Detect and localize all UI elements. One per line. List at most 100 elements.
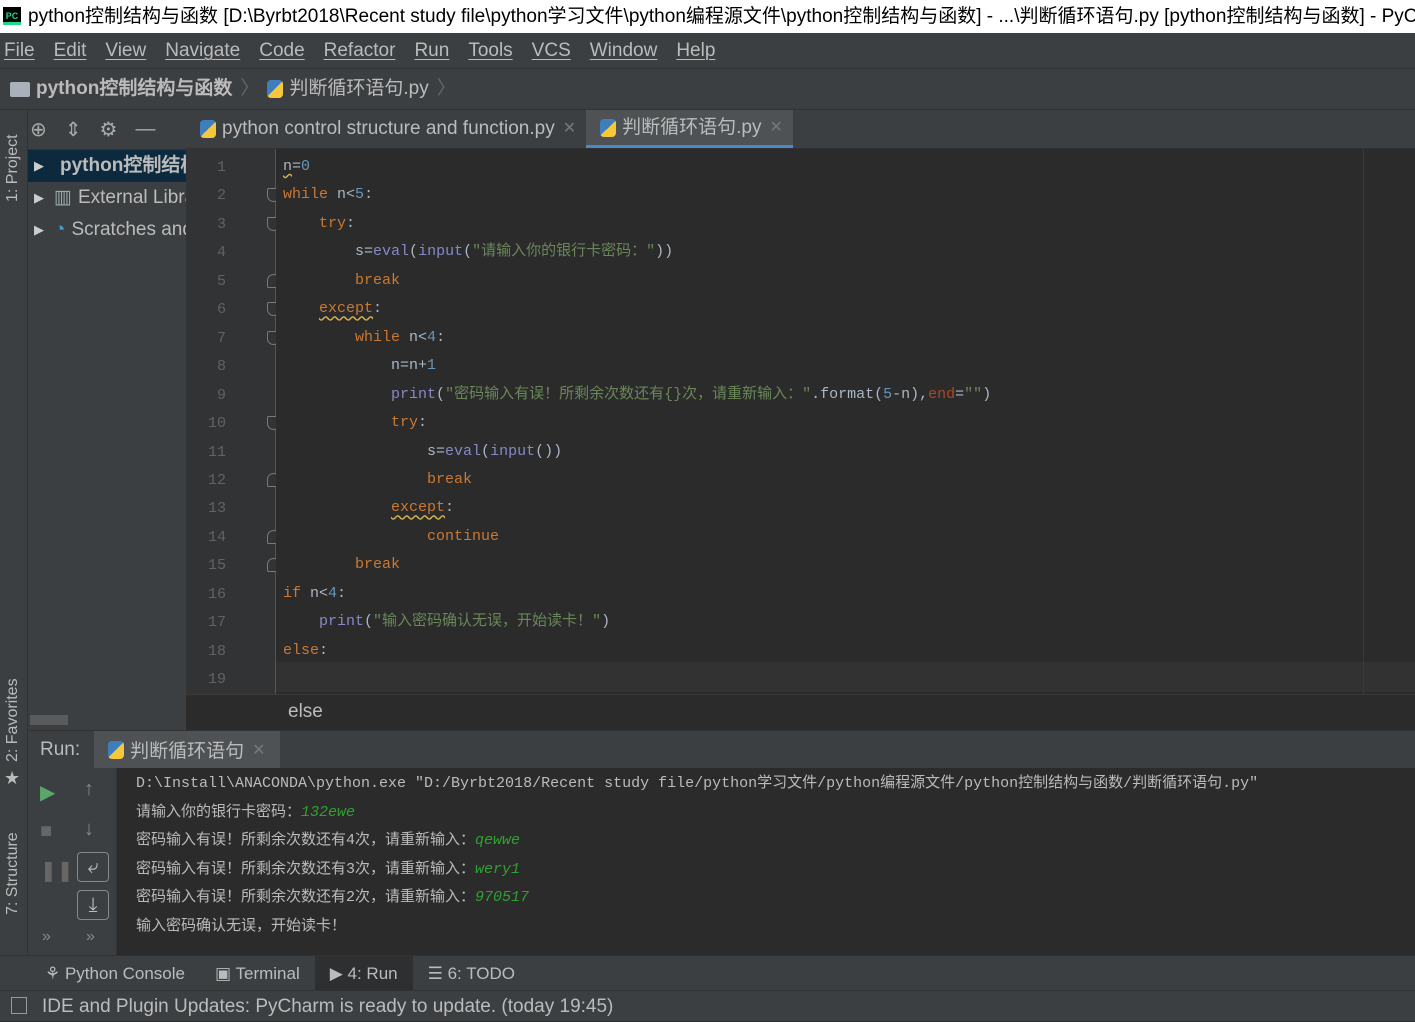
- console-line: 密码输入有误！所剩余次数还有3次，请重新输入：wery1: [136, 856, 520, 884]
- arrow-down-icon[interactable]: ↓: [84, 818, 94, 841]
- tab-judge-loop-statement[interactable]: 判断循环语句.py ✕: [586, 110, 793, 148]
- pause-icon[interactable]: ❚❚: [40, 858, 74, 883]
- more-icon[interactable]: »: [42, 928, 51, 946]
- line-number: 14: [207, 528, 226, 546]
- code-token: :: [319, 641, 329, 659]
- tab-python-control-structure[interactable]: python control structure and function.py…: [186, 110, 586, 148]
- menu-navigate[interactable]: Navigate: [165, 33, 240, 68]
- gear-icon[interactable]: ⚙: [100, 117, 118, 142]
- tab-python-console[interactable]: ⚘ Python Console: [30, 956, 200, 991]
- code-line: break: [283, 551, 400, 579]
- menu-help[interactable]: Help: [676, 33, 715, 68]
- close-icon[interactable]: ✕: [252, 740, 265, 760]
- code-token: continue: [427, 527, 500, 545]
- code-line: except:: [283, 295, 382, 323]
- code-structure-breadcrumb[interactable]: else: [186, 694, 1415, 730]
- code-token: n: [328, 186, 347, 204]
- code-token: :: [418, 414, 428, 432]
- tree-item-project[interactable]: ▶ python控制结构与函数: [28, 150, 186, 182]
- caret-line-highlight: [276, 662, 1415, 692]
- scratches-icon: ◔: [54, 219, 66, 240]
- expand-arrow-icon[interactable]: ▶: [34, 150, 44, 182]
- list-icon: ☰: [427, 963, 448, 983]
- console-line: D:\Install\ANACONDA\python.exe "D:/Byrbt…: [136, 770, 1258, 798]
- line-number: 11: [207, 443, 226, 461]
- code-token: ): [601, 613, 611, 631]
- code-editor[interactable]: n=0 while n<5: try: s=eval(input("请输入你的银行…: [276, 149, 1415, 694]
- tree-item-scratches[interactable]: ▶ ◔ Scratches and Consoles: [28, 214, 186, 246]
- expand-arrow-icon[interactable]: ▶: [34, 214, 44, 246]
- console-output: D:\Install\ANACONDA\python.exe "D:/Byrbt…: [136, 775, 1259, 792]
- tab-todo[interactable]: ☰ 6: TODO: [413, 956, 530, 991]
- event-log-icon[interactable]: [11, 997, 27, 1014]
- right-margin-guide: [1363, 149, 1364, 694]
- favorites-tool-button[interactable]: 2: Favorites: [4, 678, 22, 762]
- status-bar[interactable]: IDE and Plugin Updates: PyCharm is ready…: [0, 990, 1415, 1021]
- menu-vcs[interactable]: VCS: [532, 33, 571, 68]
- code-token: (: [481, 442, 491, 460]
- close-icon[interactable]: ✕: [769, 108, 782, 148]
- locate-icon[interactable]: ⊕: [30, 117, 47, 142]
- soft-wrap-icon[interactable]: ⤶: [77, 852, 109, 882]
- run-console[interactable]: D:\Install\ANACONDA\python.exe "D:/Byrbt…: [116, 768, 1415, 955]
- line-number: 9: [216, 386, 226, 404]
- tab-run[interactable]: ▶ 4: Run: [314, 955, 413, 991]
- menu-edit[interactable]: Edit: [54, 33, 87, 68]
- menu-window[interactable]: Window: [590, 33, 658, 68]
- close-icon[interactable]: ✕: [563, 109, 576, 149]
- menu-file[interactable]: File: [4, 33, 35, 68]
- rerun-icon[interactable]: ▶: [40, 780, 55, 805]
- code-token: 4: [427, 328, 437, 346]
- code-token: (: [436, 385, 446, 403]
- menu-code[interactable]: Code: [259, 33, 304, 68]
- hide-icon[interactable]: —: [135, 118, 155, 141]
- code-token: "请输入你的银行卡密码：": [472, 243, 656, 261]
- breadcrumb-project[interactable]: python控制结构与函数: [36, 68, 232, 110]
- run-panel-header: Run: 判断循环语句 ✕: [28, 730, 1415, 769]
- menu-tools[interactable]: Tools: [468, 33, 512, 68]
- line-number: 1: [216, 159, 226, 176]
- menu-view[interactable]: View: [105, 33, 146, 68]
- code-token: =: [955, 385, 965, 403]
- code-token: <: [346, 186, 356, 204]
- project-tool-button[interactable]: 1: Project: [4, 134, 22, 202]
- code-line: s=eval(input()): [283, 438, 562, 466]
- code-token: :: [445, 499, 455, 517]
- menu-refactor[interactable]: Refactor: [324, 33, 396, 68]
- stop-icon[interactable]: ■: [40, 820, 52, 843]
- menu-run[interactable]: Run: [414, 33, 449, 68]
- breadcrumb-file[interactable]: 判断循环语句.py: [289, 68, 428, 110]
- project-panel: ⊕ ⇕ ⚙ — ▶ python控制结构与函数 ▶ ▥ External Lib…: [28, 110, 186, 730]
- code-token: -n): [892, 385, 920, 403]
- structure-tool-button[interactable]: 7: Structure: [4, 832, 22, 915]
- tab-terminal[interactable]: ▣ Terminal: [200, 956, 315, 991]
- horizontal-scrollbar[interactable]: [30, 715, 68, 725]
- code-token: (: [463, 243, 473, 261]
- code-token: (: [409, 243, 419, 261]
- run-tab[interactable]: 判断循环语句 ✕: [94, 730, 280, 769]
- tab-label: 判断循环语句.py: [622, 116, 762, 138]
- menu-bar: File Edit View Navigate Code Refactor Ru…: [0, 33, 1415, 68]
- scroll-to-end-icon[interactable]: ⤓: [77, 890, 109, 920]
- python-file-icon: [267, 80, 284, 98]
- left-tool-stripe: 1: Project 2: Favorites ★ 7: Structure: [0, 110, 28, 955]
- star-icon: ★: [4, 768, 21, 788]
- console-user-input: qewwe: [475, 832, 521, 850]
- arrow-up-icon[interactable]: ↑: [84, 778, 94, 801]
- tree-item-external-libraries[interactable]: ▶ ▥ External Libraries: [28, 182, 186, 214]
- python-icon: ⚘: [45, 963, 65, 983]
- code-token: ): [982, 385, 992, 403]
- more-icon[interactable]: »: [86, 928, 95, 946]
- code-token: while: [355, 328, 401, 346]
- expand-arrow-icon[interactable]: ▶: [34, 182, 44, 214]
- collapse-all-icon[interactable]: ⇕: [65, 117, 82, 142]
- code-token: n<: [301, 584, 329, 602]
- code-token: "": [964, 385, 983, 403]
- code-line: break: [283, 267, 400, 295]
